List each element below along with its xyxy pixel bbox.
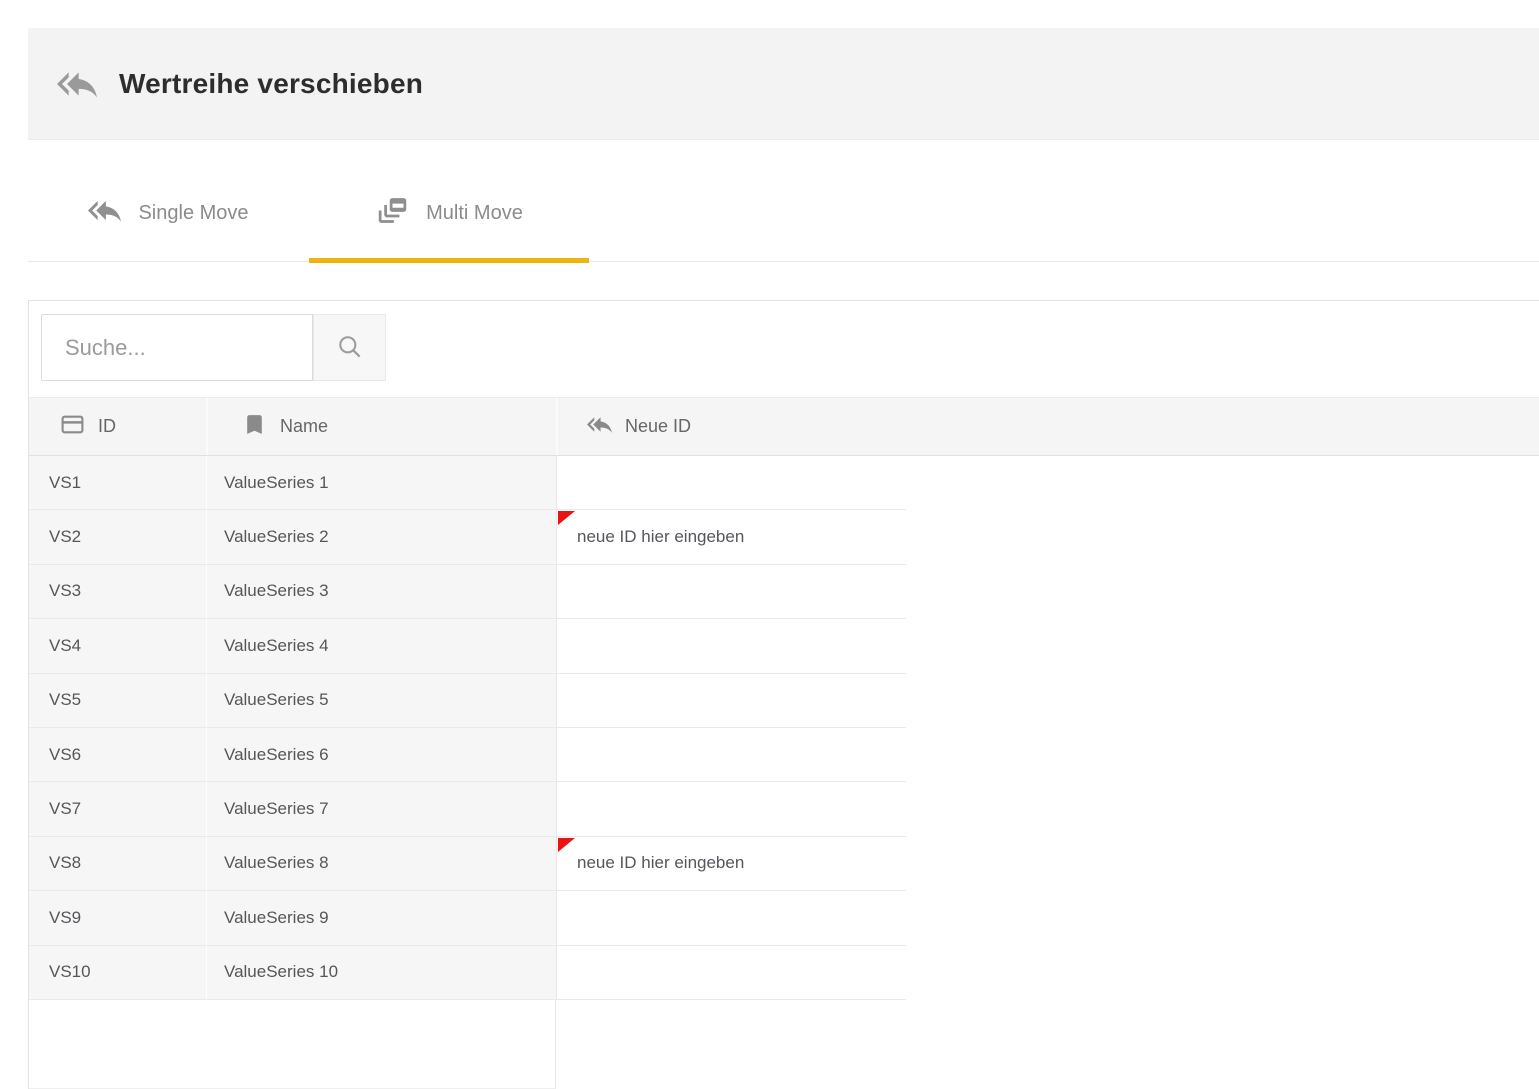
table-row: VS5 ValueSeries 5 xyxy=(29,674,906,728)
column-label: Name xyxy=(280,416,328,437)
bookmark-icon xyxy=(242,412,267,442)
cell-name: ValueSeries 1 xyxy=(206,456,556,510)
cell-id: VS6 xyxy=(29,728,206,782)
search-icon xyxy=(336,333,363,363)
card-icon xyxy=(60,412,85,442)
active-tab-indicator xyxy=(309,258,589,263)
cell-id: VS9 xyxy=(29,891,206,945)
cell-neue-id-input[interactable]: neue ID hier eingeben xyxy=(556,510,906,564)
table-row: VS6 ValueSeries 6 xyxy=(29,728,906,782)
cell-neue-id-input[interactable]: neue ID hier eingeben xyxy=(556,837,906,891)
cell-id: VS4 xyxy=(29,619,206,673)
cell-neue-id-input[interactable] xyxy=(556,891,906,945)
modified-marker-icon xyxy=(558,837,575,857)
table-body: VS1 ValueSeries 1 VS2 ValueSeries 2 neue… xyxy=(29,456,906,1000)
cell-neue-id-input[interactable] xyxy=(556,565,906,619)
tab-label: Single Move xyxy=(138,202,248,225)
cell-neue-id-input[interactable] xyxy=(556,619,906,673)
cell-neue-id-input[interactable] xyxy=(556,782,906,836)
modified-marker-icon xyxy=(558,510,575,530)
search-button[interactable] xyxy=(313,314,386,381)
tab-bar: Single Move Multi Move xyxy=(28,166,1539,262)
cell-name: ValueSeries 2 xyxy=(206,510,556,564)
table-row: VS8 ValueSeries 8 neue ID hier eingeben xyxy=(29,837,906,891)
tab-label: Multi Move xyxy=(426,202,523,225)
cell-neue-id-input[interactable] xyxy=(556,674,906,728)
table-header-row: ID Name Neue ID xyxy=(29,397,1539,456)
column-header-id: ID xyxy=(29,398,206,455)
cell-name: ValueSeries 4 xyxy=(206,619,556,673)
table-row: VS7 ValueSeries 7 xyxy=(29,782,906,836)
reply-all-icon xyxy=(587,412,612,442)
neue-id-placeholder-text: neue ID hier eingeben xyxy=(577,853,744,873)
reply-all-icon[interactable] xyxy=(57,64,97,104)
table-row: VS2 ValueSeries 2 neue ID hier eingeben xyxy=(29,510,906,564)
wertreihe-verschieben-page: Wertreihe verschieben Single Move Multi … xyxy=(0,0,1539,1089)
cell-id: VS8 xyxy=(29,837,206,891)
tab-single-move[interactable]: Single Move xyxy=(28,166,309,261)
cell-id: VS2 xyxy=(29,510,206,564)
table-column-divider xyxy=(29,1000,556,1089)
table-row: VS10 ValueSeries 10 xyxy=(29,946,906,1000)
page-title: Wertreihe verschieben xyxy=(119,68,423,100)
table-row: VS9 ValueSeries 9 xyxy=(29,891,906,945)
column-header-name: Name xyxy=(206,398,556,455)
cell-name: ValueSeries 8 xyxy=(206,837,556,891)
column-label: ID xyxy=(98,416,116,437)
neue-id-placeholder-text: neue ID hier eingeben xyxy=(577,527,744,547)
cell-id: VS1 xyxy=(29,456,206,510)
search-input[interactable] xyxy=(41,314,313,381)
cell-name: ValueSeries 3 xyxy=(206,565,556,619)
table-row: VS1 ValueSeries 1 xyxy=(29,456,906,510)
cell-id: VS7 xyxy=(29,782,206,836)
tab-multi-move[interactable]: Multi Move xyxy=(309,166,590,261)
cell-name: ValueSeries 5 xyxy=(206,674,556,728)
cell-id: VS10 xyxy=(29,946,206,1000)
page-header: Wertreihe verschieben xyxy=(28,28,1539,140)
cell-name: ValueSeries 9 xyxy=(206,891,556,945)
column-label: Neue ID xyxy=(625,416,691,437)
table-row: VS4 ValueSeries 4 xyxy=(29,619,906,673)
column-header-neue-id: Neue ID xyxy=(556,398,1539,455)
cell-neue-id-input[interactable] xyxy=(556,946,906,1000)
table-row: VS3 ValueSeries 3 xyxy=(29,565,906,619)
reply-all-icon xyxy=(88,194,121,233)
cell-id: VS3 xyxy=(29,565,206,619)
dynamic-feed-icon xyxy=(376,194,409,233)
cell-name: ValueSeries 7 xyxy=(206,782,556,836)
cell-id: VS5 xyxy=(29,674,206,728)
cell-neue-id-input[interactable] xyxy=(556,728,906,782)
cell-name: ValueSeries 10 xyxy=(206,946,556,1000)
cell-name: ValueSeries 6 xyxy=(206,728,556,782)
cell-neue-id-input[interactable] xyxy=(556,456,906,510)
multi-move-panel: ID Name Neue ID VS1 ValueSeries 1 xyxy=(28,300,1539,1089)
search-bar xyxy=(41,314,386,381)
